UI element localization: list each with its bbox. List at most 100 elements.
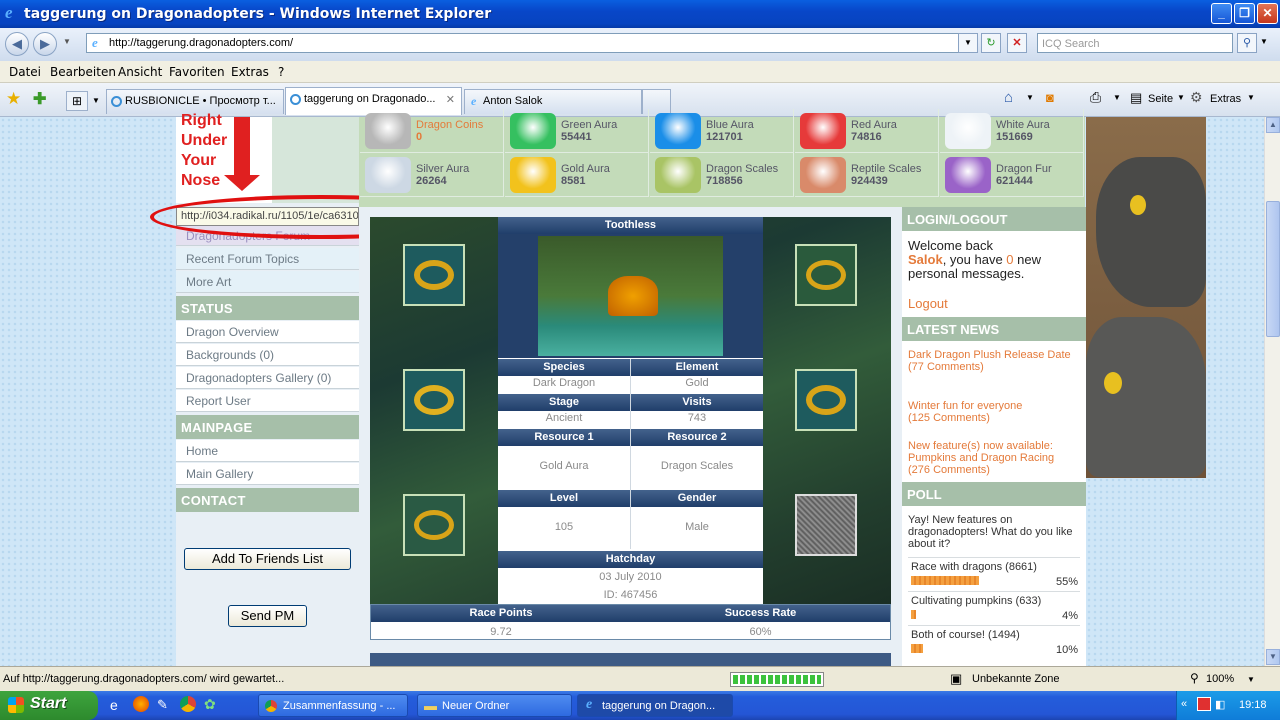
- scroll-thumb[interactable]: [1266, 201, 1280, 337]
- mainpage-header: MAINPAGE: [176, 415, 359, 439]
- clock[interactable]: 19:18: [1239, 699, 1267, 711]
- task-neuer-ordner[interactable]: ▬ Neuer Ordner: [417, 694, 572, 717]
- forward-button[interactable]: ▶: [33, 32, 57, 56]
- address-dropdown-icon[interactable]: ▼: [958, 33, 978, 53]
- message-text: , you have: [942, 252, 1007, 267]
- menu-edit[interactable]: Bearbeiten: [50, 65, 116, 79]
- resource-icon: [945, 113, 991, 149]
- news-comments[interactable]: (276 Comments): [908, 464, 1080, 476]
- start-button[interactable]: Start: [0, 691, 98, 720]
- close-button[interactable]: ✕: [1257, 3, 1278, 24]
- task-taggerung[interactable]: e taggerung on Dragon...: [577, 694, 733, 717]
- item-slot-1[interactable]: [403, 244, 465, 306]
- plush-advert[interactable]: [1086, 117, 1206, 478]
- favorites-star-icon[interactable]: ★: [6, 89, 21, 109]
- search-input[interactable]: ICQ Search: [1037, 33, 1233, 53]
- sign-line: Your: [181, 152, 217, 169]
- poll-bar: [911, 644, 923, 653]
- zoom-dropdown-icon[interactable]: ▼: [1247, 675, 1255, 684]
- resource2-value: Dragon Scales: [660, 460, 734, 472]
- task-zusammenfassung[interactable]: Zusammenfassung - ...: [258, 694, 408, 717]
- edit-icon[interactable]: ✎: [157, 697, 168, 713]
- zoom-level[interactable]: 100%: [1206, 673, 1234, 685]
- minimize-button[interactable]: _: [1211, 3, 1232, 24]
- scroll-up-icon[interactable]: ▲: [1266, 117, 1280, 133]
- news-title[interactable]: Winter fun for everyone: [908, 400, 1080, 412]
- history-dropdown-icon[interactable]: ▼: [63, 37, 71, 46]
- antivirus-icon[interactable]: [1197, 697, 1211, 711]
- item-slot-2[interactable]: [403, 369, 465, 431]
- nav-main-gallery[interactable]: Main Gallery: [176, 463, 359, 485]
- page-menu-button[interactable]: Seite: [1148, 93, 1173, 105]
- menu-help[interactable]: ?: [278, 65, 284, 79]
- refresh-button[interactable]: ↻: [981, 33, 1001, 53]
- home-icon[interactable]: ⌂: [1004, 89, 1013, 106]
- vertical-scrollbar[interactable]: ▲ ▼: [1264, 117, 1280, 666]
- tools-menu-button[interactable]: Extras: [1210, 93, 1241, 105]
- menu-file[interactable]: Datei: [9, 65, 41, 79]
- chrome-icon[interactable]: [180, 696, 196, 712]
- feeds-icon[interactable]: ◙: [1046, 90, 1054, 105]
- menu-view[interactable]: Ansicht: [118, 65, 162, 79]
- address-input[interactable]: e http://taggerung.dragonadopters.com/: [86, 33, 976, 53]
- ie-quicklaunch-icon[interactable]: e: [110, 697, 118, 713]
- search-icon[interactable]: ⚲: [1237, 33, 1257, 53]
- nav-recent-topics[interactable]: Recent Forum Topics: [176, 248, 359, 270]
- news-title[interactable]: New feature(s) now available: Pumpkins a…: [908, 440, 1080, 464]
- news-header: LATEST NEWS: [902, 317, 1086, 341]
- print-icon[interactable]: ⎙: [1090, 89, 1101, 106]
- nav-home[interactable]: Home: [176, 440, 359, 462]
- gender-label: Gender: [631, 490, 763, 507]
- print-dropdown-icon[interactable]: ▼: [1113, 93, 1121, 102]
- news-item[interactable]: Dark Dragon Plush Release Date (77 Commen…: [908, 349, 1080, 373]
- resource-reptile-scales: Reptile Scales 924439: [795, 153, 939, 197]
- logout-link[interactable]: Logout: [908, 296, 948, 311]
- news-item[interactable]: New feature(s) now available: Pumpkins a…: [908, 440, 1080, 476]
- nav-gallery[interactable]: Dragonadopters Gallery (0): [176, 367, 359, 389]
- divider: [630, 359, 631, 549]
- search-options-icon[interactable]: ▼: [1260, 37, 1268, 46]
- send-pm-button[interactable]: Send PM: [228, 605, 307, 627]
- resource-icon: [365, 157, 411, 193]
- add-friend-button[interactable]: Add To Friends List: [184, 548, 351, 570]
- network-icon[interactable]: ◧: [1215, 698, 1225, 711]
- success-rate-value: 60%: [749, 626, 772, 638]
- news-comments[interactable]: (125 Comments): [908, 412, 1080, 424]
- menu-favorites[interactable]: Favoriten: [169, 65, 225, 79]
- stop-button[interactable]: ✕: [1007, 33, 1027, 53]
- loading-icon: [111, 96, 122, 107]
- firefox-icon[interactable]: [133, 696, 149, 712]
- back-button[interactable]: ◀: [5, 32, 29, 56]
- page-dropdown-icon[interactable]: ▼: [1177, 93, 1185, 102]
- nav-dragon-overview[interactable]: Dragon Overview: [176, 321, 359, 343]
- maximize-button[interactable]: ❐: [1234, 3, 1255, 24]
- security-zone: Unbekannte Zone: [972, 673, 1060, 685]
- icq-icon[interactable]: ✿: [204, 696, 216, 713]
- news-comments[interactable]: (77 Comments): [908, 361, 1080, 373]
- resource2-label: Resource 2: [631, 429, 763, 446]
- close-tab-icon[interactable]: ✕: [446, 93, 455, 106]
- home-dropdown-icon[interactable]: ▼: [1026, 93, 1034, 102]
- menu-tools[interactable]: Extras: [231, 65, 269, 79]
- scroll-down-icon[interactable]: ▼: [1266, 649, 1280, 665]
- news-item[interactable]: Winter fun for everyone (125 Comments): [908, 400, 1080, 424]
- nav-backgrounds[interactable]: Backgrounds (0): [176, 344, 359, 366]
- add-favorite-icon[interactable]: ✚: [33, 89, 46, 109]
- nav-more-art[interactable]: More Art: [176, 271, 359, 293]
- tray-arrow-icon[interactable]: «: [1181, 698, 1187, 710]
- quick-tabs-icon[interactable]: ⊞: [66, 91, 88, 111]
- task-label: Neuer Ordner: [442, 700, 510, 712]
- resource-value: 0: [416, 131, 423, 143]
- resource-icon: [800, 113, 846, 149]
- item-slot-3[interactable]: [403, 494, 465, 556]
- message-count[interactable]: 0: [1006, 252, 1013, 267]
- item-slot-4[interactable]: [795, 244, 857, 306]
- username-link[interactable]: Salok: [908, 252, 943, 267]
- item-slot-5[interactable]: [795, 369, 857, 431]
- news-title[interactable]: Dark Dragon Plush Release Date: [908, 349, 1080, 361]
- empty-slot-icon[interactable]: [795, 494, 857, 556]
- nav-report-user[interactable]: Report User: [176, 390, 359, 412]
- tools-dropdown-icon[interactable]: ▼: [1247, 93, 1255, 102]
- gear-icon: ⚙: [1190, 89, 1203, 105]
- tab-list-icon[interactable]: ▼: [92, 96, 100, 105]
